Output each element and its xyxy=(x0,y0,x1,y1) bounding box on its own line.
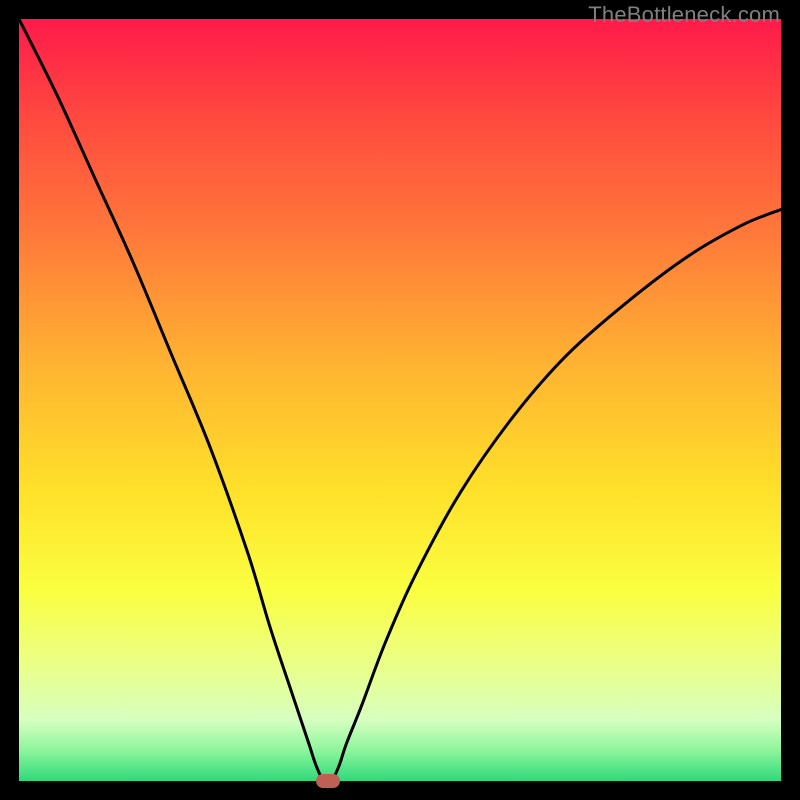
chart-frame: TheBottleneck.com xyxy=(0,0,800,800)
plot-area xyxy=(19,19,781,781)
bottleneck-curve xyxy=(19,19,781,781)
min-marker xyxy=(316,774,340,788)
watermark-text: TheBottleneck.com xyxy=(588,2,780,28)
curve-path xyxy=(19,19,781,781)
